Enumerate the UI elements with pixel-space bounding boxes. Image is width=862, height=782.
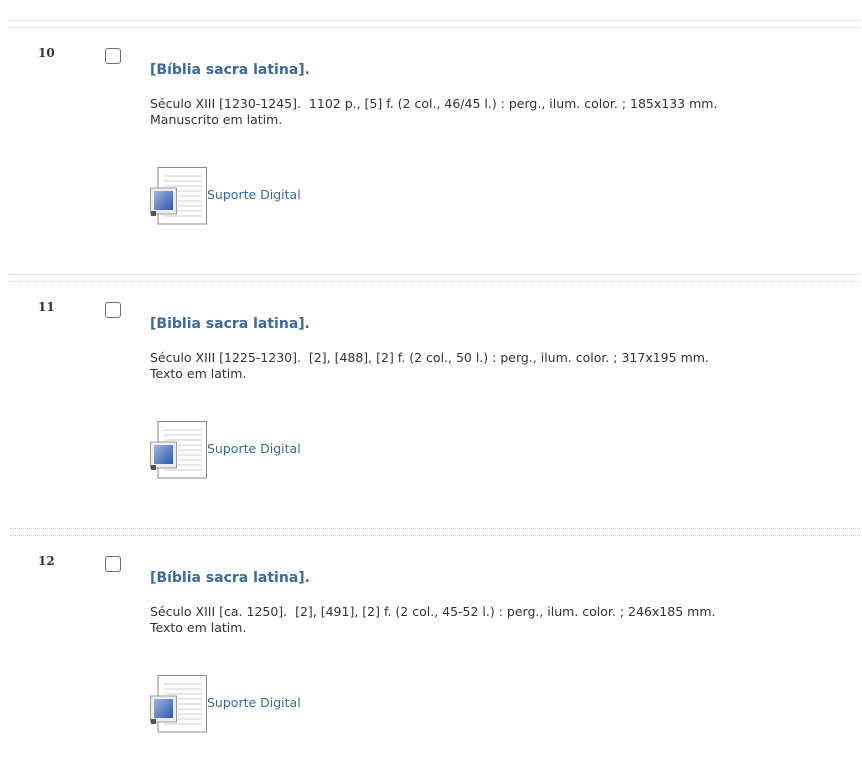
record-number: 11 <box>38 300 55 314</box>
record-title-link[interactable]: [Bíblia sacra latina]. <box>150 570 310 586</box>
record-select-checkbox[interactable] <box>105 556 121 572</box>
record-select-checkbox[interactable] <box>105 302 121 318</box>
digital-document-icon <box>150 167 207 225</box>
record-number: 10 <box>38 46 55 60</box>
record-description: Século XIII [ca. 1250]. [2], [491], [2] … <box>150 604 830 636</box>
record-description: Século XIII [1225-1230]. [2], [488], [2]… <box>150 350 830 382</box>
digital-support-label[interactable]: Suporte Digital <box>207 187 301 202</box>
record-note-line: Manuscrito em latim. <box>150 112 283 127</box>
record-description-line: Século XIII [ca. 1250]. [2], [491], [2] … <box>150 604 716 619</box>
result-record: 11 [Biblia sacra latina]. Século XIII [1… <box>0 288 862 528</box>
result-record: 10 [Bíblia sacra latina]. Século XIII [1… <box>0 34 862 274</box>
record-separator <box>10 20 860 28</box>
digital-support-label[interactable]: Suporte Digital <box>207 441 301 456</box>
record-separator <box>10 274 860 282</box>
record-description-line: Século XIII [1225-1230]. [2], [488], [2]… <box>150 350 709 365</box>
record-number: 12 <box>38 554 55 568</box>
record-select-checkbox[interactable] <box>105 48 121 64</box>
result-record: 12 [Bíblia sacra latina]. Século XIII [c… <box>0 542 862 782</box>
digital-document-icon <box>150 421 207 479</box>
record-note-line: Texto em latim. <box>150 366 247 381</box>
record-description: Século XIII [1230-1245]. 1102 p., [5] f.… <box>150 96 830 128</box>
digital-support-label[interactable]: Suporte Digital <box>207 695 301 710</box>
record-title-link[interactable]: [Bíblia sacra latina]. <box>150 62 310 78</box>
record-separator <box>10 528 860 536</box>
record-title-link[interactable]: [Biblia sacra latina]. <box>150 316 310 332</box>
digital-document-icon <box>150 675 207 733</box>
record-description-line: Século XIII [1230-1245]. 1102 p., [5] f.… <box>150 96 718 111</box>
record-note-line: Texto em latim. <box>150 620 247 635</box>
